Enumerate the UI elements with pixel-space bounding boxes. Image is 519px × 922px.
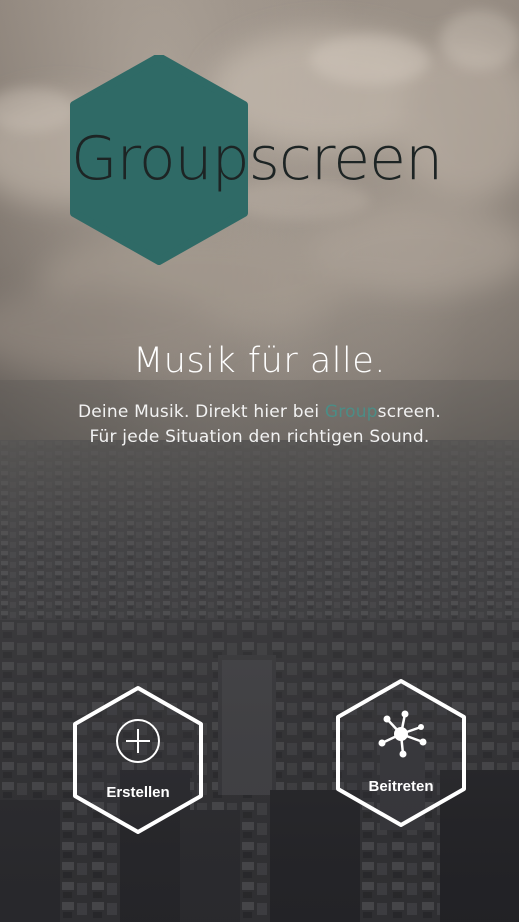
groupscreen-logo: Groupscreen [68, 55, 458, 265]
create-button[interactable]: Erstellen [68, 684, 208, 836]
subline-2: Für jede Situation den richtigen Sound. [89, 427, 430, 447]
subline-1: Deine Musik. Direkt hier bei Groupscreen… [0, 402, 519, 422]
join-button[interactable]: Beitreten [331, 677, 471, 829]
headline: Musik für alle. [133, 341, 386, 381]
subline-brand-group: Group [324, 402, 378, 422]
subline-brand-screen: screen. [377, 402, 441, 422]
start-screen: Groupscreen Musik für alle. Deine Musik.… [0, 0, 519, 922]
logo-word-group: Group [71, 124, 250, 194]
network-icon [378, 710, 427, 758]
plus-circle-icon [116, 719, 160, 763]
logo-wordmark: Groupscreen [71, 129, 443, 189]
create-button-label: Erstellen [106, 784, 170, 801]
join-button-label: Beitreten [368, 778, 434, 795]
logo-word-screen: screen [248, 124, 443, 194]
subline-1-prefix: Deine Musik. Direkt hier bei [77, 402, 325, 422]
